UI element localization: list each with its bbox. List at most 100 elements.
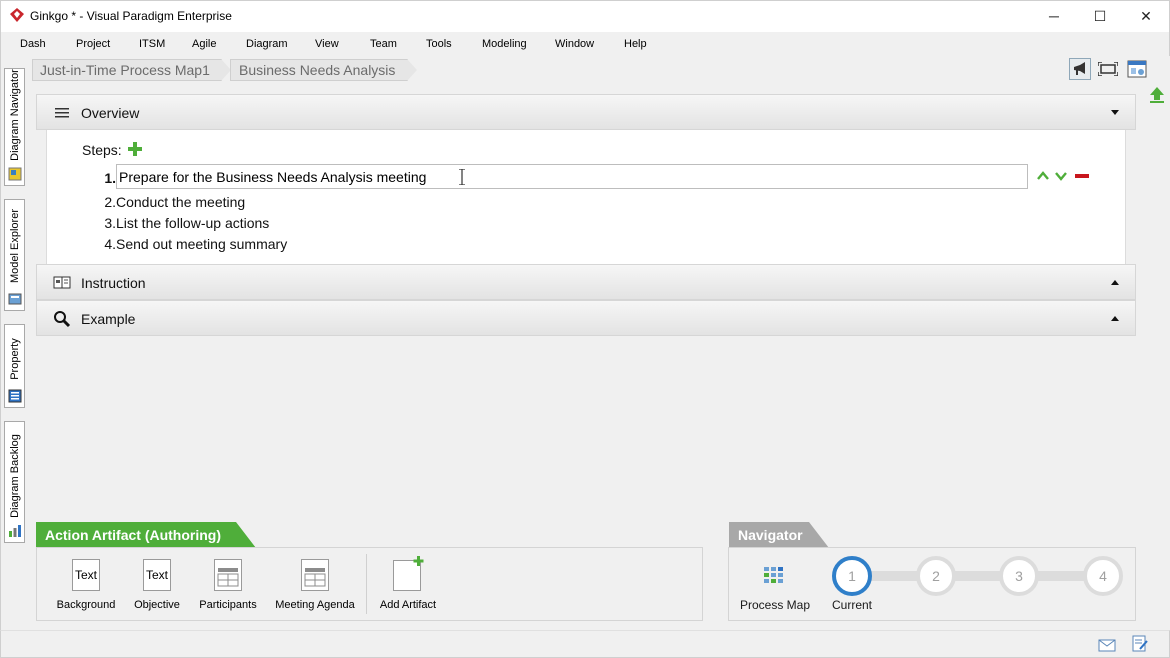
step-item[interactable]: Conduct the meeting	[116, 194, 245, 210]
minimize-button[interactable]: ─	[1031, 0, 1077, 32]
breadcrumb-current-page[interactable]: Business Needs Analysis	[230, 59, 408, 81]
add-step-icon[interactable]	[128, 142, 142, 156]
menu-bar: Dash Project ITSM Agile Diagram View Tea…	[0, 32, 1170, 56]
tab-model-explorer[interactable]: Model Explorer	[4, 199, 25, 311]
remove-step-icon[interactable]	[1075, 174, 1089, 179]
left-sidebar: Diagram Navigator Model Explorer Propert…	[0, 56, 26, 656]
tab-label: Diagram Backlog	[8, 434, 21, 518]
example-section-header[interactable]: Example	[36, 300, 1136, 336]
step-item[interactable]: Send out meeting summary	[116, 236, 287, 252]
move-down-icon[interactable]	[1055, 171, 1067, 181]
table-document-icon	[214, 559, 242, 591]
diagram-backlog-icon	[9, 525, 21, 537]
navigator-step[interactable]: 4	[1083, 556, 1123, 596]
menu-tools[interactable]: Tools	[426, 38, 452, 50]
model-explorer-icon	[8, 293, 22, 305]
app-logo-icon	[10, 8, 24, 22]
tab-diagram-navigator[interactable]: Diagram Navigator	[4, 68, 25, 186]
artifact-meeting-agenda[interactable]: Meeting Agenda	[275, 556, 355, 616]
menu-diagram[interactable]: Diagram	[246, 38, 288, 50]
table-document-icon	[301, 559, 329, 591]
artifact-background[interactable]: Text Background	[51, 556, 121, 616]
expand-caret-icon[interactable]	[1111, 316, 1119, 321]
tab-label: Diagram Navigator	[8, 69, 21, 161]
breadcrumb-label: Just-in-Time Process Map1	[40, 62, 210, 78]
expand-caret-icon[interactable]	[1111, 280, 1119, 285]
breadcrumb-process-map[interactable]: Just-in-Time Process Map1	[32, 59, 222, 81]
diagram-navigator-icon	[8, 167, 22, 181]
close-button[interactable]: ✕	[1123, 0, 1169, 32]
window-title: Ginkgo * - Visual Paradigm Enterprise	[30, 9, 232, 23]
diagram-overview-button[interactable]	[1126, 58, 1148, 80]
tab-diagram-backlog[interactable]: Diagram Backlog	[4, 421, 25, 543]
artifact-objective[interactable]: Text Objective	[122, 556, 192, 616]
tab-label: Property	[8, 338, 21, 380]
action-artifact-title: Action Artifact (Authoring)	[45, 527, 222, 543]
collapse-caret-icon[interactable]	[1111, 110, 1119, 115]
menu-modeling[interactable]: Modeling	[482, 38, 527, 50]
step-number: 2.	[104, 194, 116, 210]
overview-section-header[interactable]: Overview	[36, 94, 1136, 130]
breadcrumb-label: Business Needs Analysis	[239, 62, 396, 78]
navigator-step[interactable]: 2	[916, 556, 956, 596]
instruction-section-header[interactable]: Instruction	[36, 264, 1136, 300]
menu-agile[interactable]: Agile	[192, 38, 216, 50]
process-map-icon	[764, 567, 783, 583]
step-edit-input[interactable]	[116, 164, 1028, 189]
navigator-step[interactable]: 3	[999, 556, 1039, 596]
window-layout-icon	[1127, 60, 1147, 78]
process-map-link[interactable]: Process Map	[734, 560, 816, 616]
maximize-icon: ☐	[1093, 7, 1107, 24]
navigator-title: Navigator	[738, 527, 803, 543]
artifact-label: Meeting Agenda	[275, 599, 355, 611]
navigator-tab: Navigator	[729, 522, 829, 548]
tab-label: Model Explorer	[8, 209, 21, 283]
edit-note-icon[interactable]	[1132, 635, 1148, 653]
export-up-icon[interactable]	[1148, 86, 1166, 104]
text-cursor-icon	[459, 169, 465, 185]
instruction-title: Instruction	[81, 275, 146, 291]
menu-window[interactable]: Window	[555, 38, 594, 50]
example-title: Example	[81, 311, 136, 327]
breadcrumb-separator	[407, 59, 417, 81]
property-icon	[8, 389, 22, 403]
step-number: 4.	[104, 236, 116, 252]
tab-property[interactable]: Property	[4, 324, 25, 408]
artifact-participants[interactable]: Participants	[193, 556, 263, 616]
status-bar	[0, 630, 1170, 658]
announce-button[interactable]	[1069, 58, 1091, 80]
menu-project[interactable]: Project	[76, 38, 110, 50]
move-up-icon[interactable]	[1037, 171, 1049, 181]
current-step-label: Current	[831, 598, 872, 612]
step-item[interactable]: List the follow-up actions	[116, 215, 269, 231]
artifact-label: Participants	[199, 599, 257, 611]
instruction-book-icon	[53, 276, 71, 289]
add-artifact-button[interactable]: Add Artifact	[373, 556, 443, 616]
menu-dash[interactable]: Dash	[20, 38, 46, 50]
menu-help[interactable]: Help	[624, 38, 647, 50]
list-icon	[55, 108, 69, 118]
menu-team[interactable]: Team	[370, 38, 397, 50]
step-number: 1.	[104, 170, 116, 186]
process-map-label: Process Map	[739, 598, 811, 612]
action-artifact-tab: Action Artifact (Authoring)	[36, 522, 256, 548]
close-icon: ✕	[1140, 7, 1152, 24]
navigator-track	[870, 571, 1106, 581]
menu-itsm[interactable]: ITSM	[139, 38, 165, 50]
menu-view[interactable]: View	[315, 38, 339, 50]
text-document-icon: Text	[72, 559, 100, 591]
add-document-icon	[393, 556, 424, 591]
overview-title: Overview	[81, 105, 140, 121]
artifact-label: Add Artifact	[379, 599, 437, 611]
steps-label: Steps:	[82, 142, 122, 158]
step-number: 3.	[104, 215, 116, 231]
megaphone-icon	[1074, 62, 1085, 75]
fit-width-icon	[1098, 62, 1118, 76]
fit-diagram-button[interactable]	[1097, 58, 1119, 80]
mail-icon[interactable]	[1098, 638, 1116, 652]
magnifier-icon	[54, 311, 71, 328]
maximize-button[interactable]: ☐	[1077, 0, 1123, 32]
minimize-icon: ─	[1049, 8, 1059, 24]
text-document-icon: Text	[143, 559, 171, 591]
navigator-step-current[interactable]: 1	[832, 556, 872, 596]
